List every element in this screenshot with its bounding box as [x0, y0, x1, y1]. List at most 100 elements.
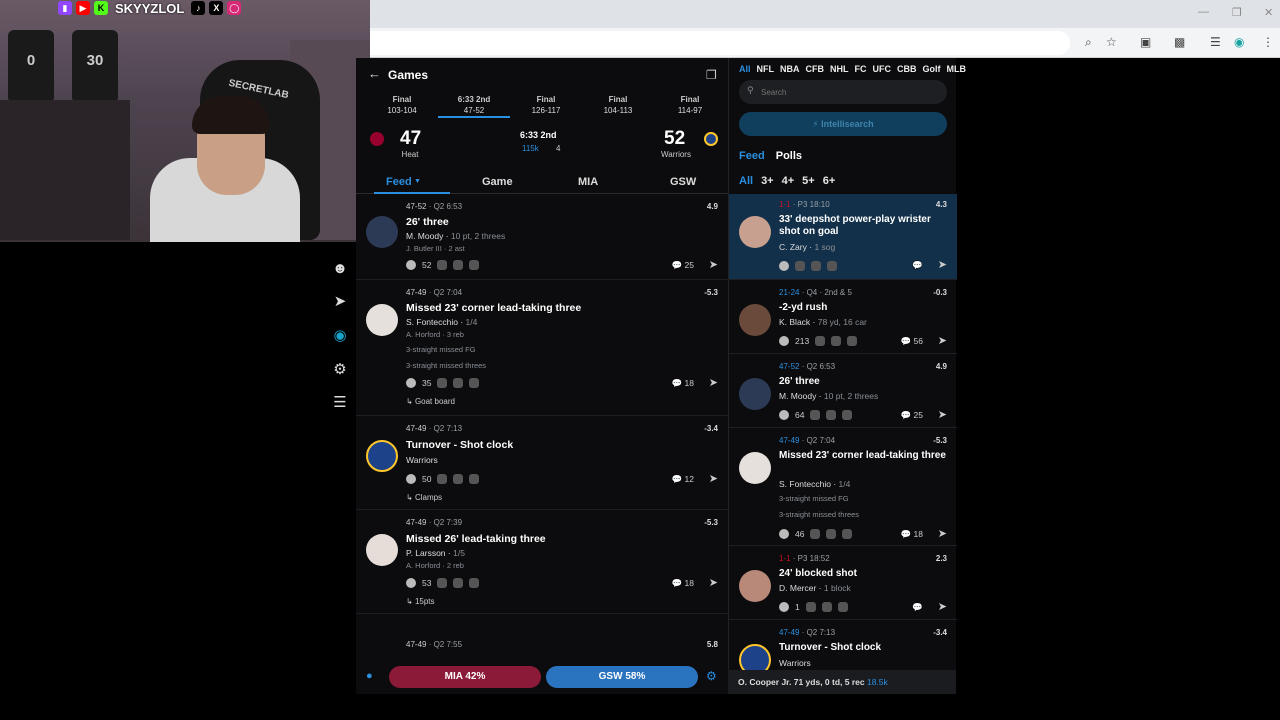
cast-icon[interactable]: ▩	[1174, 35, 1185, 49]
score-item-active[interactable]: 6:33 2nd 47-52	[438, 94, 510, 118]
tab-mia[interactable]: MIA	[578, 176, 598, 188]
intellisearch-button[interactable]: ⚡ Intellisearch	[739, 112, 947, 136]
share-icon[interactable]: ➤	[938, 600, 947, 613]
feed-item[interactable]: 47-49 · Q2 7:04 -5.3 Missed 23' corner l…	[356, 282, 728, 416]
reaction-bar[interactable]: 46	[779, 529, 853, 539]
address-bar[interactable]	[370, 31, 1070, 55]
filter-5[interactable]: 5+	[802, 175, 815, 187]
robot-icon[interactable]: ☻	[331, 260, 349, 278]
feed-item[interactable]: 47-49 · Q2 7:13 -3.4 Turnover - Shot clo…	[729, 622, 957, 676]
league-mlb[interactable]: MLB	[947, 64, 967, 74]
media-icon[interactable]: ☰	[1210, 35, 1221, 49]
restore-icon[interactable]: ❐	[1232, 6, 1242, 19]
share-icon[interactable]: ➤	[938, 258, 947, 271]
mia-vote-button[interactable]: MIA 42%	[389, 666, 541, 688]
reaction-bar[interactable]	[779, 261, 837, 271]
chevron-down-icon[interactable]: ▼	[414, 178, 421, 185]
score-item[interactable]: Final 114-97	[654, 94, 726, 116]
comment-button[interactable]: 💬 25	[672, 260, 694, 271]
menu-icon[interactable]: ⋮	[1262, 35, 1274, 49]
feed-item[interactable]: 1-1 · P3 18:10 4.3 33' deepshot power-pl…	[729, 194, 957, 280]
comment-button[interactable]: 💬 12	[672, 474, 694, 485]
comment-button[interactable]: 💬 25	[901, 410, 923, 421]
gear-icon[interactable]: ⚙	[706, 669, 717, 683]
comment-button[interactable]: 💬 18	[672, 378, 694, 389]
tab-polls[interactable]: Polls	[776, 150, 802, 162]
feed-item[interactable]: 47-49 · Q2 7:55 5.8	[356, 632, 728, 664]
close-window-icon[interactable]: ✕	[1264, 6, 1273, 19]
reply-tag[interactable]: ↳ Clamps	[406, 493, 442, 502]
comment-button[interactable]: 💬 56	[901, 336, 923, 347]
league-cbb[interactable]: CBB	[897, 64, 917, 74]
search-input[interactable]	[761, 84, 941, 100]
logo-icon[interactable]: ◉	[331, 327, 349, 345]
score-item[interactable]: Final 126-117	[510, 94, 582, 116]
gsw-vote-button[interactable]: GSW 58%	[546, 666, 698, 688]
win-prob-delta: -3.4	[933, 628, 947, 637]
league-ufc[interactable]: UFC	[873, 64, 892, 74]
league-golf[interactable]: Golf	[923, 64, 941, 74]
back-arrow-icon[interactable]: ←	[368, 66, 381, 81]
feed-item[interactable]: 21-24 · Q4 · 2nd & 5 -0.3 -2-yd rush K. …	[729, 282, 957, 354]
reply-tag[interactable]: ↳ 15pts	[406, 597, 435, 606]
share-icon[interactable]: ➤	[709, 258, 718, 271]
tab-game[interactable]: Game	[482, 176, 513, 188]
reply-tag[interactable]: ↳ Goat board	[406, 397, 455, 406]
reaction-bar[interactable]: 35	[406, 378, 480, 388]
send-icon[interactable]: ➤	[331, 293, 349, 311]
ticker-bar[interactable]: O. Cooper Jr. 71 yds, 0 td, 5 rec 18.5k	[728, 670, 956, 694]
filter-all[interactable]: All	[739, 175, 753, 187]
tab-gsw[interactable]: GSW	[670, 176, 696, 188]
bookmark-star-icon[interactable]: ☆	[1106, 35, 1117, 49]
share-icon[interactable]: ➤	[709, 472, 718, 485]
filter-6[interactable]: 6+	[823, 175, 836, 187]
extension-icon[interactable]: ◉	[1234, 35, 1244, 49]
share-icon[interactable]: ➤	[938, 408, 947, 421]
comment-button[interactable]: 💬 18	[672, 578, 694, 589]
filter-4[interactable]: 4+	[782, 175, 795, 187]
chat-icon[interactable]: ●	[366, 670, 373, 682]
reaction-icon	[821, 602, 832, 612]
feed-item[interactable]: 47-49 · Q2 7:13 -3.4 Turnover - Shot clo…	[356, 418, 728, 510]
share-icon[interactable]: ➤	[938, 334, 947, 347]
hamburger-icon[interactable]: ☰	[331, 394, 349, 412]
zoom-icon[interactable]: ⌕	[1085, 35, 1092, 50]
tab-feed[interactable]: Feed	[739, 150, 765, 162]
league-nhl[interactable]: NHL	[830, 64, 849, 74]
feed-polls-tabs: Feed Polls	[739, 150, 802, 162]
filter-3[interactable]: 3+	[761, 175, 774, 187]
reaction-bar[interactable]: 1	[779, 602, 848, 612]
extensions-icon[interactable]: ▣	[1140, 35, 1151, 49]
league-nfl[interactable]: NFL	[757, 64, 775, 74]
share-icon[interactable]: ➤	[938, 527, 947, 540]
league-cfb[interactable]: CFB	[806, 64, 825, 74]
player-avatar	[739, 216, 771, 248]
minimize-icon[interactable]: —	[1198, 6, 1209, 18]
comment-button[interactable]: 💬	[912, 260, 923, 271]
league-fc[interactable]: FC	[855, 64, 867, 74]
league-all[interactable]: All	[739, 64, 751, 74]
feed-item-meta: 47-49 · Q2 7:04	[779, 436, 836, 445]
room-shelf	[0, 100, 130, 240]
comment-button[interactable]: 💬 18	[901, 529, 923, 540]
share-icon[interactable]: ➤	[709, 376, 718, 389]
tab-feed[interactable]: Feed	[386, 176, 412, 188]
reaction-bar[interactable]: 50	[406, 474, 480, 484]
score-item[interactable]: Final 103-104	[366, 94, 438, 116]
feed-item[interactable]: 47-49 · Q2 7:04 -5.3 Missed 23' corner l…	[729, 430, 957, 546]
reaction-bar[interactable]: 64	[779, 410, 853, 420]
reaction-bar[interactable]: 52	[406, 260, 480, 270]
score-item[interactable]: Final 104-113	[582, 94, 654, 116]
feed-item[interactable]: 47-49 · Q2 7:39 -5.3 Missed 26' lead-tak…	[356, 512, 728, 614]
team-avatar	[366, 440, 398, 472]
share-icon[interactable]: ➤	[709, 576, 718, 589]
feed-item[interactable]: 47-52 · Q2 6:53 4.9 26' three M. Moody ·…	[729, 356, 957, 428]
reaction-bar[interactable]: 213	[779, 336, 858, 346]
league-nba[interactable]: NBA	[780, 64, 800, 74]
copy-icon[interactable]: ❐	[706, 68, 717, 82]
comment-button[interactable]: 💬	[912, 602, 923, 613]
feed-item[interactable]: 47-52 · Q2 6:53 4.9 26' three M. Moody ·…	[356, 196, 728, 280]
settings-icon[interactable]: ⚙	[331, 361, 349, 379]
feed-item[interactable]: 1-1 · P3 18:52 2.3 24' blocked shot D. M…	[729, 548, 957, 620]
reaction-bar[interactable]: 53	[406, 578, 480, 588]
